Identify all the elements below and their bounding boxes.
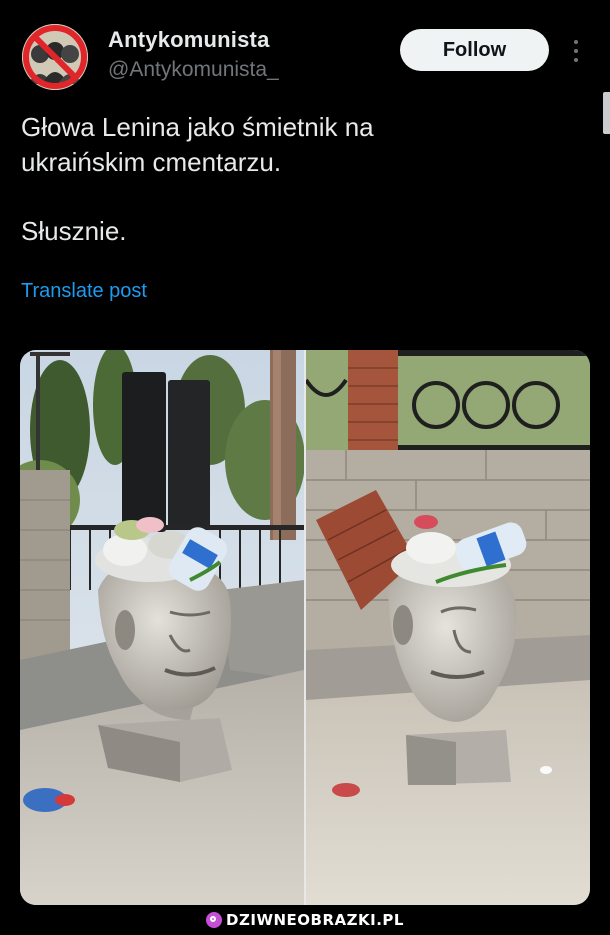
watermark-text: DZIWNEOBRAZKI.PL bbox=[226, 911, 404, 929]
media-grid bbox=[20, 350, 590, 905]
photo-2[interactable] bbox=[306, 350, 590, 905]
watermark: DZIWNEOBRAZKI.PL bbox=[206, 911, 404, 929]
avatar[interactable] bbox=[22, 24, 88, 90]
follow-button[interactable]: Follow bbox=[400, 29, 549, 71]
tweet-text: Głowa Lenina jako śmietnik na ukraińskim… bbox=[21, 112, 374, 247]
handle[interactable]: @Antykomunista_ bbox=[108, 58, 279, 82]
photo-1[interactable] bbox=[20, 350, 304, 905]
tweet: Antykomunista @Antykomunista_ Follow Gło… bbox=[0, 0, 610, 905]
scrollbar[interactable] bbox=[603, 92, 610, 134]
magnifier-icon bbox=[206, 912, 223, 928]
display-name[interactable]: Antykomunista bbox=[108, 27, 270, 53]
more-options-icon[interactable] bbox=[566, 36, 586, 66]
watermark-bar: DZIWNEOBRAZKI.PL bbox=[0, 905, 610, 935]
translate-post-link[interactable]: Translate post bbox=[21, 280, 147, 303]
